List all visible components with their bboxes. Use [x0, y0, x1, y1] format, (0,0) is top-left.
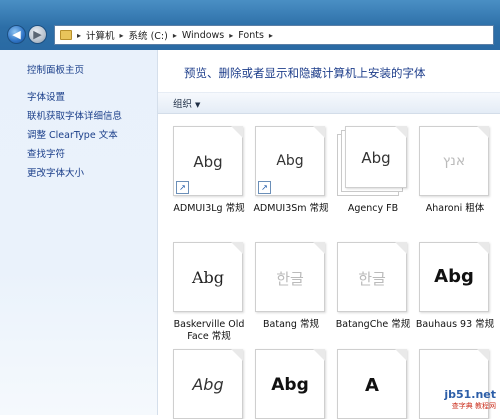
- back-button[interactable]: ◀: [7, 25, 26, 44]
- chevron-right-icon[interactable]: ▸: [267, 31, 275, 40]
- shortcut-arrow-icon: ↗: [176, 181, 189, 194]
- font-thumbnail: Abg: [345, 126, 407, 188]
- font-sample: 한글: [358, 270, 386, 288]
- left-pane: 控制面板主页 字体设置 联机获取字体详细信息 调整 ClearType 文本 查…: [0, 50, 158, 415]
- font-sample: A: [365, 375, 379, 396]
- watermark-text: 查字典 教程网: [451, 402, 496, 410]
- chevron-right-icon[interactable]: ▸: [118, 31, 126, 40]
- font-sample: אנץ: [442, 153, 466, 169]
- breadcrumb-fonts[interactable]: Fonts: [235, 30, 267, 41]
- watermark-site: jb51.net: [444, 388, 496, 401]
- breadcrumb-windows[interactable]: Windows: [179, 30, 227, 41]
- font-sample: Abg: [434, 266, 474, 287]
- chevron-right-icon[interactable]: ▸: [227, 31, 235, 40]
- dropdown-arrow-icon: ▼: [195, 101, 201, 109]
- arrow-right-icon: ▶: [33, 28, 42, 41]
- address-bar[interactable]: ▸ 计算机 ▸ 系统 (C:) ▸ Windows ▸ Fonts ▸: [54, 25, 494, 45]
- change-font-size-link[interactable]: 更改字体大小: [27, 165, 84, 179]
- font-name: ADMUI3Sm 常规: [253, 203, 329, 214]
- font-name: Baskerville Old Face 常规: [173, 319, 245, 342]
- content-pane: 预览、删除或者显示和隐藏计算机上安装的字体 组织 ▼ Abg ↗ ADMUI3L…: [158, 50, 500, 419]
- font-name: BatangChe 常规: [335, 319, 411, 330]
- breadcrumb-computer[interactable]: 计算机: [83, 28, 118, 42]
- organize-label: 组织: [173, 99, 193, 110]
- font-thumbnail: אנץ: [419, 126, 489, 196]
- font-thumbnail: A: [337, 349, 407, 419]
- folder-icon: [60, 30, 72, 40]
- font-thumbnail: Abg: [173, 242, 243, 312]
- font-name: ADMUI3Lg 常规: [173, 203, 245, 214]
- breadcrumb-drive[interactable]: 系统 (C:): [126, 28, 171, 42]
- font-name: Aharoni 粗体: [425, 203, 485, 214]
- font-sample: Abg: [192, 375, 224, 394]
- font-thumbnail: Abg: [419, 242, 489, 312]
- font-sample: Abg: [276, 153, 304, 169]
- shortcut-arrow-icon: ↗: [258, 181, 271, 194]
- font-name: Agency FB: [347, 203, 399, 214]
- get-font-info-online-link[interactable]: 联机获取字体详细信息: [27, 108, 122, 122]
- chevron-right-icon[interactable]: ▸: [75, 31, 83, 40]
- window-titlebar: ◀ ▶ ▸ 计算机 ▸ 系统 (C:) ▸ Windows ▸ Fonts ▸: [0, 0, 500, 50]
- font-thumbnail: Abg ↗: [255, 126, 325, 196]
- font-sample: Abg: [271, 375, 309, 395]
- arrow-left-icon: ◀: [12, 28, 21, 41]
- control-panel-home-link[interactable]: 控制面板主页: [27, 62, 84, 76]
- font-settings-link[interactable]: 字体设置: [27, 89, 65, 103]
- font-sample: Abg: [191, 268, 225, 287]
- font-thumbnail: 한글: [255, 242, 325, 312]
- command-bar: 组织 ▼: [158, 92, 500, 114]
- organize-menu[interactable]: 组织 ▼: [173, 96, 200, 110]
- font-sample: 한글: [276, 270, 304, 288]
- font-thumbnail: 한글: [337, 242, 407, 312]
- font-thumbnail: Abg: [255, 349, 325, 419]
- font-name: Batang 常规: [263, 319, 319, 330]
- font-sample: Abg: [193, 153, 223, 171]
- page-title: 预览、删除或者显示和隐藏计算机上安装的字体: [184, 66, 426, 80]
- watermark: jb51.net 查字典 教程网: [444, 388, 496, 411]
- forward-button[interactable]: ▶: [28, 25, 47, 44]
- find-character-link[interactable]: 查找字符: [27, 146, 65, 160]
- adjust-cleartype-link[interactable]: 调整 ClearType 文本: [27, 127, 118, 141]
- font-name: Bauhaus 93 常规: [415, 319, 495, 330]
- font-thumbnail: Abg: [173, 349, 243, 419]
- chevron-right-icon[interactable]: ▸: [171, 31, 179, 40]
- font-thumbnail: Abg ↗: [173, 126, 243, 196]
- font-sample: Abg: [361, 149, 391, 167]
